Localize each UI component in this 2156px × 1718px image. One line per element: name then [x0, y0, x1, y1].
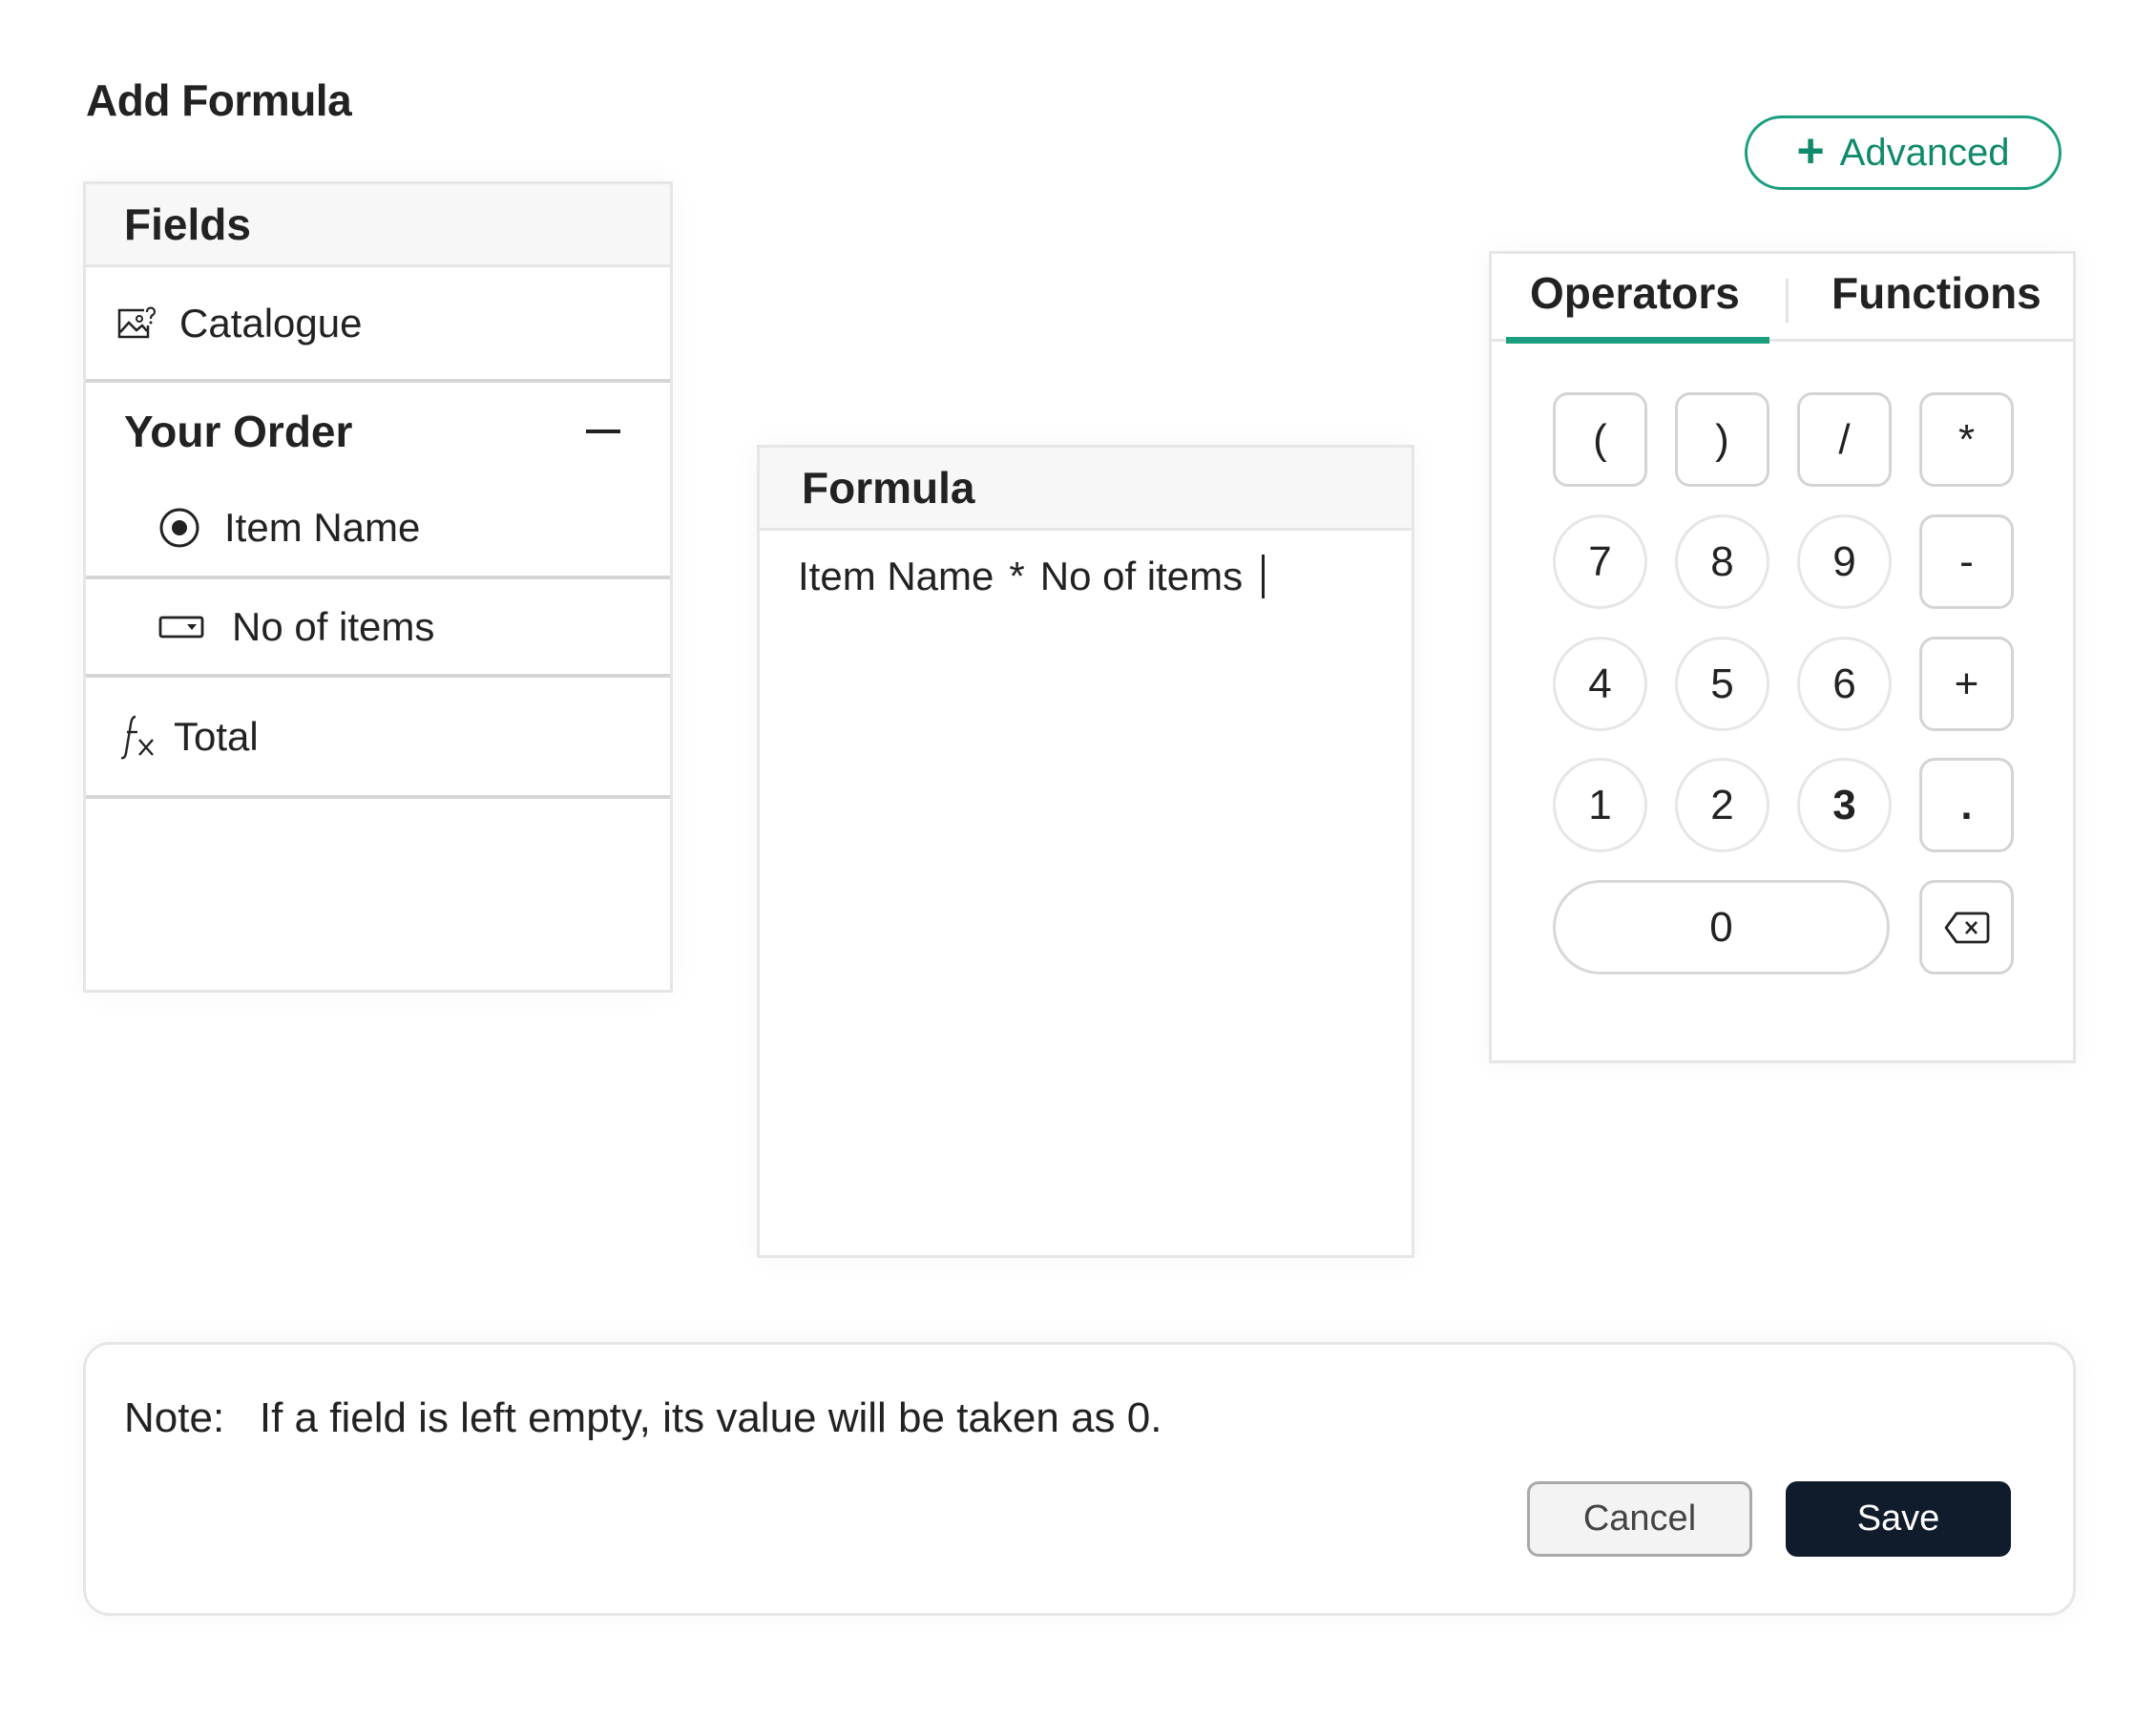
field-label: Catalogue: [179, 300, 363, 346]
advanced-label: Advanced: [1839, 131, 2010, 174]
key-5[interactable]: 5: [1675, 637, 1769, 731]
key-4[interactable]: 4: [1553, 637, 1647, 731]
tab-functions[interactable]: Functions: [1832, 267, 2041, 319]
minus-icon[interactable]: [586, 430, 620, 433]
save-button[interactable]: Save: [1786, 1481, 2011, 1557]
radio-icon: [157, 506, 201, 550]
field-item-no-of-items[interactable]: No of items: [86, 579, 670, 678]
image-question-icon: [116, 305, 158, 341]
note-message: If a field is left empty, its value will…: [259, 1394, 1162, 1441]
formula-editor[interactable]: Item Name * No of items: [760, 531, 1412, 605]
field-item-item-name[interactable]: Item Name: [86, 480, 670, 576]
plus-icon: +: [1796, 124, 1825, 178]
key-backspace[interactable]: [1919, 880, 2014, 974]
key-1[interactable]: 1: [1553, 758, 1647, 852]
backspace-icon: [1944, 911, 1989, 943]
key-minus[interactable]: -: [1919, 514, 2014, 609]
key-multiply[interactable]: *: [1919, 392, 2014, 487]
formula-token[interactable]: Item Name: [798, 554, 994, 599]
field-label: Item Name: [224, 505, 421, 550]
key-divide[interactable]: /: [1797, 392, 1892, 487]
note-text: Note: If a field is left empty, its valu…: [124, 1394, 1162, 1442]
key-3[interactable]: 3: [1797, 758, 1892, 852]
field-label: No of items: [232, 603, 435, 649]
group-label: Your Order: [124, 407, 353, 456]
formula-header: Formula: [760, 448, 1412, 531]
cancel-button[interactable]: Cancel: [1527, 1481, 1752, 1557]
fields-panel: Fields Catalogue Your Order Item Name No…: [83, 181, 673, 993]
field-item-catalogue[interactable]: Catalogue: [86, 267, 670, 383]
field-item-total[interactable]: Total: [86, 678, 670, 799]
page-title: Add Formula: [86, 75, 352, 125]
key-7[interactable]: 7: [1553, 514, 1647, 609]
key-2[interactable]: 2: [1675, 758, 1769, 852]
active-tab-indicator: [1506, 337, 1769, 344]
key-decimal[interactable]: .: [1919, 758, 2014, 852]
key-plus[interactable]: +: [1919, 637, 2014, 731]
operators-panel: Operators Functions ( ) / * 7 8 9 - 4 5 …: [1489, 251, 2076, 1063]
text-caret: [1262, 555, 1266, 598]
tab-divider: [1786, 279, 1789, 323]
formula-operator[interactable]: *: [1009, 554, 1024, 599]
function-fx-icon: [118, 713, 157, 761]
fields-header: Fields: [86, 184, 670, 267]
field-group-your-order: Your Order Item Name: [86, 383, 670, 579]
key-8[interactable]: 8: [1675, 514, 1769, 609]
note-label: Note:: [124, 1394, 225, 1441]
formula-token[interactable]: No of items: [1040, 554, 1243, 599]
tab-bar: Operators Functions: [1492, 254, 2073, 344]
key-close-paren[interactable]: ): [1675, 392, 1769, 487]
key-6[interactable]: 6: [1797, 637, 1892, 731]
formula-panel: Formula Item Name * No of items: [757, 445, 1414, 1258]
key-0[interactable]: 0: [1553, 880, 1890, 974]
tab-operators[interactable]: Operators: [1530, 267, 1740, 319]
note-panel: Note: If a field is left empty, its valu…: [83, 1342, 2076, 1616]
group-header[interactable]: Your Order: [86, 383, 670, 480]
field-label: Total: [174, 713, 259, 759]
key-open-paren[interactable]: (: [1553, 392, 1647, 487]
advanced-button[interactable]: + Advanced: [1745, 115, 2062, 190]
key-9[interactable]: 9: [1797, 514, 1892, 609]
dropdown-field-icon: [157, 615, 205, 639]
